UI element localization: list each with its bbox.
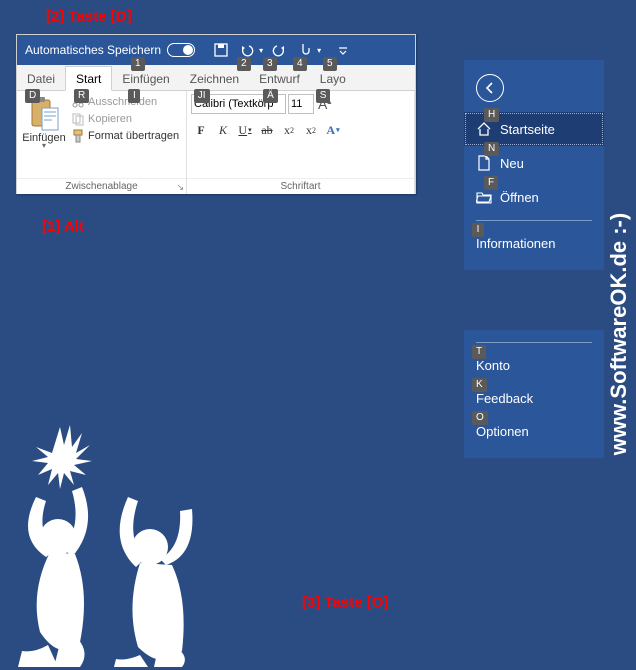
separator bbox=[476, 342, 592, 343]
keytip-account: T bbox=[472, 345, 486, 359]
copy-button[interactable]: Kopieren bbox=[69, 111, 181, 127]
decorative-figures bbox=[0, 407, 240, 667]
word-ribbon: Automatisches Speichern 1 2 ▾ 3 4 ▾ 5 Da… bbox=[16, 34, 416, 194]
back-button[interactable] bbox=[476, 74, 504, 102]
tab-file[interactable]: Datei D bbox=[17, 67, 65, 90]
backstage-options-label: Optionen bbox=[476, 424, 529, 439]
backstage-info-label: Informationen bbox=[476, 236, 556, 251]
chevron-down-icon: ▾ bbox=[42, 144, 46, 149]
ribbon-groups: Einfügen ▾ Ausschneiden Kopieren Format … bbox=[17, 91, 415, 194]
autosave-label: Automatisches Speichern bbox=[25, 43, 161, 57]
underline-button[interactable]: U▾ bbox=[235, 120, 255, 140]
keytip-1: 1 bbox=[131, 57, 145, 71]
group-clipboard-label: Zwischenablage ↘ bbox=[17, 178, 186, 194]
keytip-insert: I bbox=[128, 89, 140, 103]
folder-open-icon bbox=[476, 189, 492, 205]
backstage-info[interactable]: I Informationen bbox=[464, 227, 604, 260]
dialog-launcher-icon[interactable]: ↘ bbox=[176, 182, 184, 193]
new-doc-icon bbox=[476, 155, 492, 171]
keytip-draw: JI bbox=[194, 89, 210, 103]
format-painter-button[interactable]: Format übertragen bbox=[69, 128, 181, 144]
tab-design-label: Entwurf bbox=[259, 72, 300, 86]
keytip-options: O bbox=[472, 411, 488, 425]
backstage-options[interactable]: O Optionen bbox=[464, 415, 604, 448]
backstage-home-label: Startseite bbox=[500, 122, 555, 137]
group-clipboard: Einfügen ▾ Ausschneiden Kopieren Format … bbox=[17, 91, 187, 194]
superscript-button[interactable]: x2 bbox=[301, 120, 321, 140]
copy-icon bbox=[71, 112, 85, 126]
keytip-4: 4 bbox=[293, 57, 307, 71]
keytip-feedback: K bbox=[472, 378, 487, 392]
backstage-new[interactable]: N Neu bbox=[464, 146, 604, 180]
format-painter-label: Format übertragen bbox=[88, 130, 179, 142]
tab-insert-label: Einfügen bbox=[122, 72, 169, 86]
backstage-open[interactable]: F Öffnen bbox=[464, 180, 604, 214]
keytip-3: 3 bbox=[263, 57, 277, 71]
subscript-button[interactable]: x2 bbox=[279, 120, 299, 140]
keytip-5: 5 bbox=[323, 57, 337, 71]
ribbon-tabs: Datei D Start R Einfügen I Zeichnen JI E… bbox=[17, 65, 415, 91]
keytip-layout: S bbox=[316, 89, 331, 103]
group-font: A▴ F K U▾ ab x2 x2 A▾ Schriftart bbox=[187, 91, 415, 194]
keytip-new: N bbox=[484, 142, 499, 156]
text-effects-button[interactable]: A▾ bbox=[323, 120, 343, 140]
group-font-label: Schriftart bbox=[187, 178, 414, 194]
paste-button[interactable]: Einfügen ▾ bbox=[21, 94, 67, 175]
italic-button[interactable]: K bbox=[213, 120, 233, 140]
backstage-account-label: Konto bbox=[476, 358, 510, 373]
tab-layout-label: Layo bbox=[320, 72, 346, 86]
annotation-2: [2] Taste [D] bbox=[46, 8, 132, 25]
tab-file-label: Datei bbox=[27, 72, 55, 86]
font-size-select[interactable] bbox=[288, 94, 314, 114]
bold-button[interactable]: F bbox=[191, 120, 211, 140]
tab-start[interactable]: Start R bbox=[65, 66, 112, 91]
keytip-file: D bbox=[25, 89, 40, 103]
keytip-2: 2 bbox=[237, 57, 251, 71]
keytip-info: I bbox=[472, 223, 484, 237]
tab-start-label: Start bbox=[76, 72, 101, 86]
tab-draw-label: Zeichnen bbox=[190, 72, 239, 86]
cut-label: Ausschneiden bbox=[88, 96, 157, 108]
tab-insert[interactable]: Einfügen I bbox=[112, 67, 179, 90]
format-painter-icon bbox=[71, 129, 85, 143]
strikethrough-button[interactable]: ab bbox=[257, 120, 277, 140]
customize-qat-icon[interactable] bbox=[333, 41, 353, 59]
titlebar: Automatisches Speichern 1 2 ▾ 3 4 ▾ 5 bbox=[17, 35, 415, 65]
separator bbox=[476, 220, 592, 221]
backstage-new-label: Neu bbox=[500, 156, 524, 171]
keytip-start: R bbox=[74, 89, 89, 103]
backstage-home[interactable]: H Startseite bbox=[464, 112, 604, 146]
keytip-home: H bbox=[484, 108, 499, 122]
save-icon[interactable] bbox=[211, 41, 231, 59]
copy-label: Kopieren bbox=[88, 113, 132, 125]
backstage-open-label: Öffnen bbox=[500, 190, 539, 205]
autosave-toggle[interactable] bbox=[167, 43, 195, 57]
keytip-design: Ä bbox=[263, 89, 278, 103]
backstage-menu-bottom: T Konto K Feedback O Optionen bbox=[464, 330, 604, 458]
backstage-feedback-label: Feedback bbox=[476, 391, 533, 406]
home-icon bbox=[476, 121, 492, 137]
annotation-1: [1] Alt bbox=[42, 218, 84, 235]
annotation-3: [3] Taste [O] bbox=[302, 594, 388, 611]
keytip-open: F bbox=[484, 176, 498, 190]
backstage-menu: H Startseite N Neu F Öffnen I Informatio… bbox=[464, 60, 604, 270]
watermark-text: www.SoftwareOK.de :-) bbox=[606, 212, 632, 454]
